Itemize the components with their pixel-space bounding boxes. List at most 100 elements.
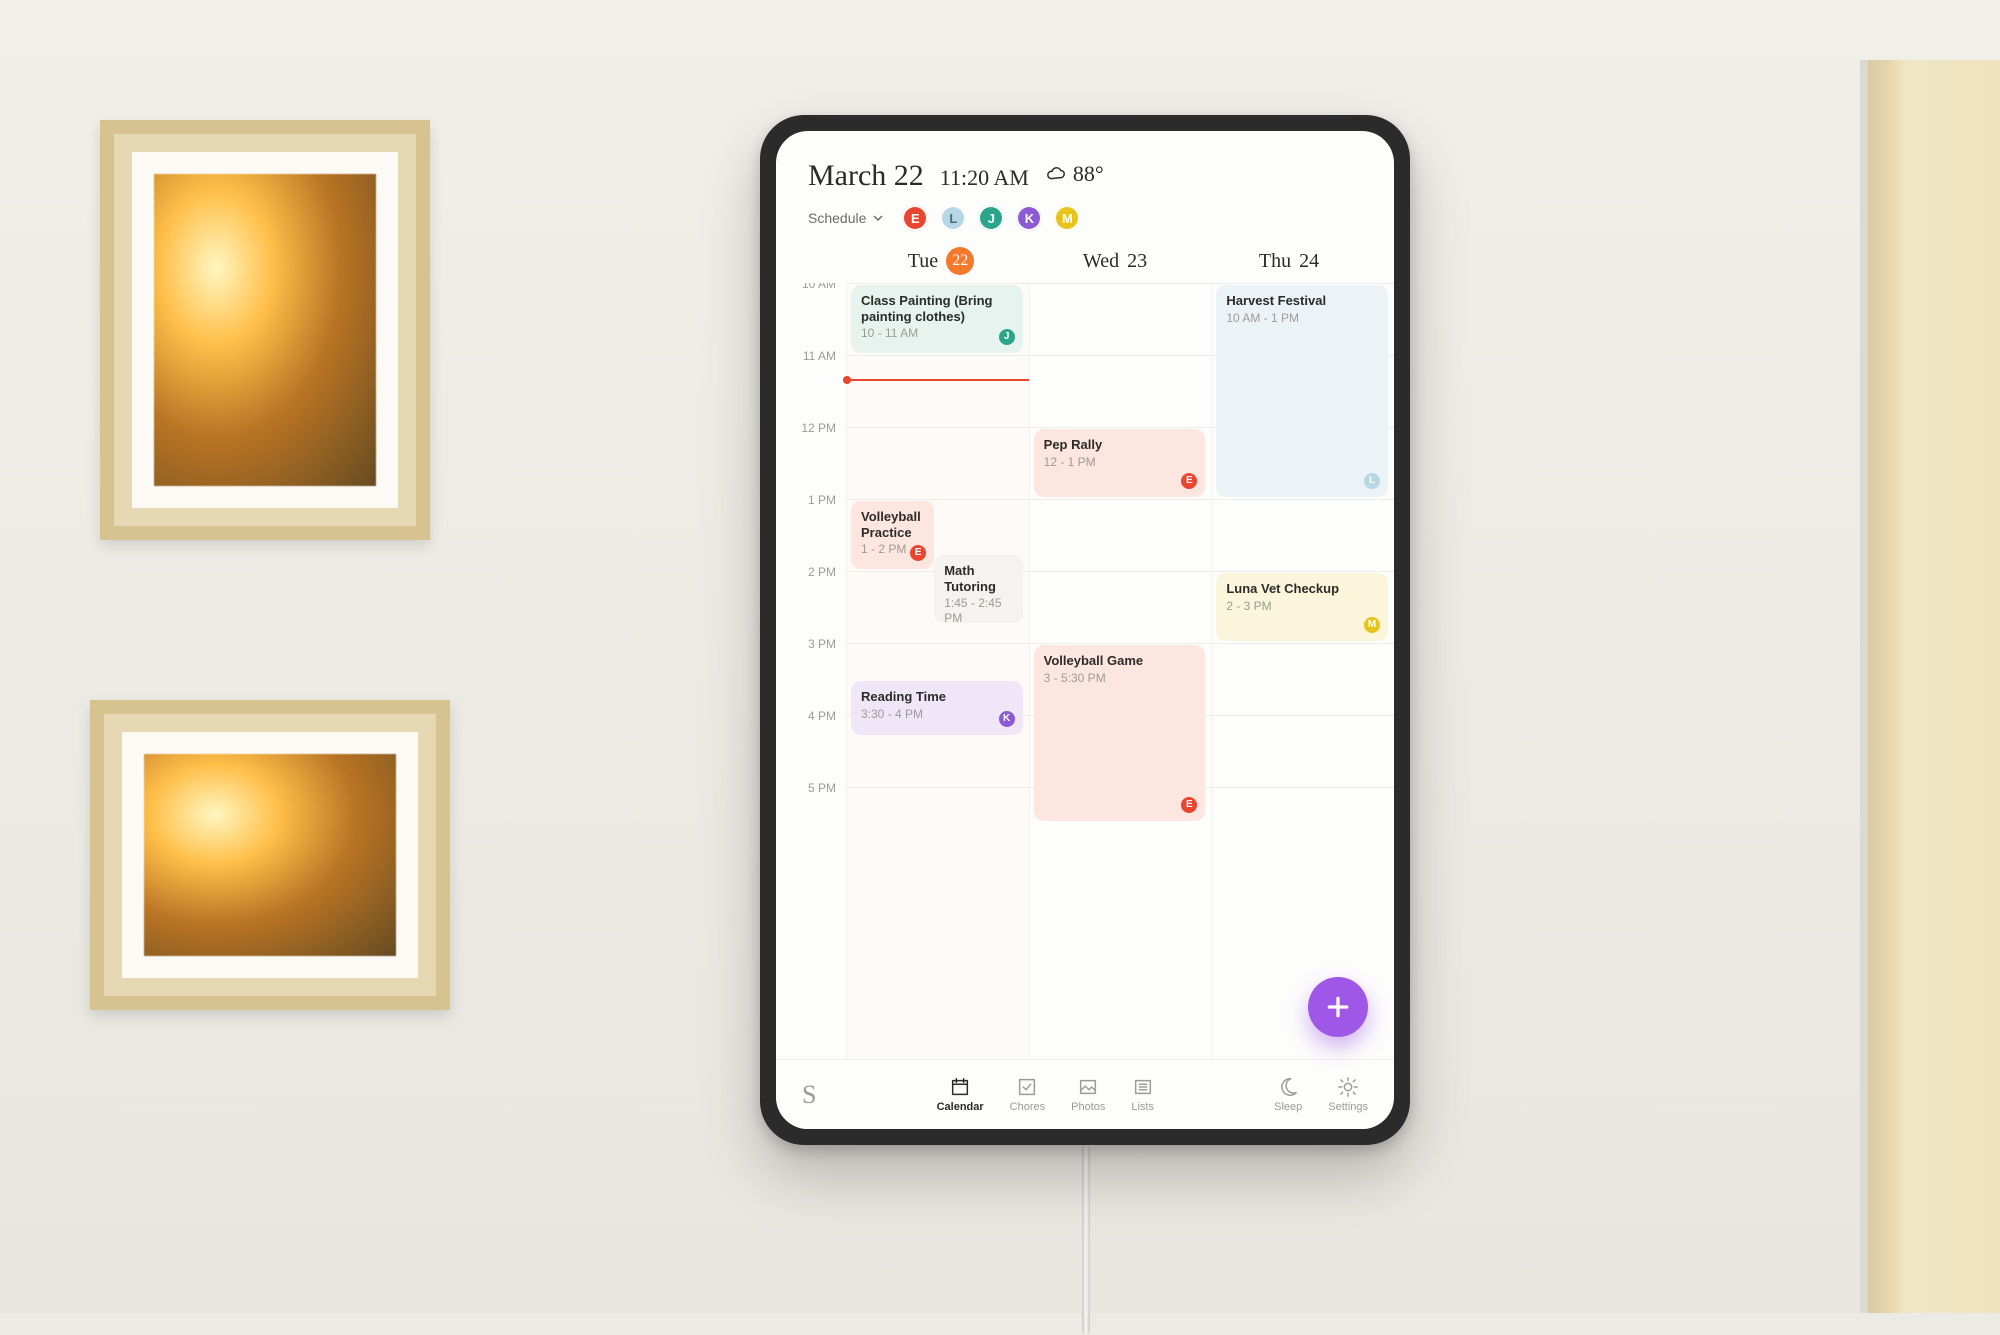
event-time: 1:45 - 2:45 PM: [944, 596, 1012, 623]
status-date: March 22: [808, 159, 924, 193]
hour-gridline: [847, 283, 1029, 284]
event-time: 10 - 11 AM: [861, 326, 1013, 340]
event-card[interactable]: Volleyball Game 3 - 5:30 PM E: [1034, 645, 1206, 821]
view-picker[interactable]: Schedule: [808, 210, 884, 226]
hour-gridline: [1030, 427, 1212, 428]
day-header-today-badge: 22: [946, 247, 974, 275]
event-member-dot: L: [1364, 473, 1380, 489]
hour-gridline: [847, 787, 1029, 788]
day-column-wed[interactable]: Pep Rally 12 - 1 PM E Volleyball Game 3 - 5:…: [1029, 283, 1212, 1059]
hour-gridline: [1030, 355, 1212, 356]
hour-gridline: [1212, 283, 1394, 284]
event-member-dot: E: [1181, 473, 1197, 489]
event-card[interactable]: Math Tutoring1:45 - 2:45 PM: [934, 555, 1022, 623]
nav-calendar[interactable]: Calendar: [937, 1076, 984, 1113]
hour-gridline: [1212, 787, 1394, 788]
event-member-dot: E: [910, 545, 926, 561]
day-header-dow: Wed: [1083, 250, 1119, 273]
device-power-cord: [1082, 1145, 1090, 1335]
member-avatar-m[interactable]: M: [1054, 205, 1080, 231]
moon-icon: [1277, 1076, 1299, 1098]
hour-gridline: [847, 355, 1029, 356]
event-title: Pep Rally: [1044, 437, 1196, 453]
hour-gridline: [847, 427, 1029, 428]
event-card[interactable]: Reading Time3:30 - 4 PMK: [851, 681, 1023, 735]
day-header-row: Tue 22 Wed23 Thu 24: [776, 237, 1394, 283]
hour-label: 12 PM: [776, 421, 836, 435]
cloud-icon: [1045, 163, 1067, 185]
hour-label: 11 AM: [776, 349, 836, 363]
event-time: 3 - 5:30 PM: [1044, 671, 1196, 685]
nav-lists[interactable]: Lists: [1131, 1076, 1154, 1113]
event-card[interactable]: Pep Rally 12 - 1 PM E: [1034, 429, 1206, 497]
nav-label: Lists: [1131, 1101, 1154, 1113]
member-avatar-e[interactable]: E: [902, 205, 928, 231]
plus-icon: [1323, 992, 1353, 1022]
nav-settings[interactable]: Settings: [1328, 1076, 1368, 1113]
calendar-body[interactable]: 10 AM11 AM12 PM1 PM2 PM3 PM4 PM5 PM Clas…: [776, 283, 1394, 1059]
smart-display-device: March 22 11:20 AM 88° Schedule ELJKM Tue…: [760, 115, 1410, 1145]
gear-icon: [1337, 1076, 1359, 1098]
nav-label: Settings: [1328, 1101, 1368, 1113]
hour-gridline: [1212, 643, 1394, 644]
nav-label: Calendar: [937, 1101, 984, 1113]
event-member-dot: E: [1181, 797, 1197, 813]
day-header-num: 24: [1299, 250, 1319, 273]
day-column-thu[interactable]: Harvest Festival 10 AM - 1 PM L Luna Vet Ch…: [1211, 283, 1394, 1059]
nav-label: Photos: [1071, 1101, 1105, 1113]
nav-photos[interactable]: Photos: [1071, 1076, 1105, 1113]
hour-gridline: [1212, 571, 1394, 572]
event-title: Luna Vet Checkup: [1226, 581, 1378, 597]
current-time-indicator: [847, 379, 1029, 381]
day-header-tue[interactable]: Tue 22: [854, 247, 1028, 275]
event-card[interactable]: Luna Vet Checkup 2 - 3 PM M: [1216, 573, 1388, 641]
shelf-decor: [1860, 60, 2000, 1313]
event-card[interactable]: Harvest Festival 10 AM - 1 PM L: [1216, 285, 1388, 497]
member-filter-avatars: ELJKM: [902, 205, 1080, 231]
status-time: 11:20 AM: [940, 165, 1029, 191]
day-header-dow: Thu: [1259, 250, 1291, 273]
hour-gridline: [1212, 715, 1394, 716]
event-time: 10 AM - 1 PM: [1226, 311, 1378, 325]
member-avatar-l[interactable]: L: [940, 205, 966, 231]
member-avatar-j[interactable]: J: [978, 205, 1004, 231]
event-card[interactable]: Volleyball Practice1 - 2 PME: [851, 501, 934, 569]
image-icon: [1077, 1076, 1099, 1098]
event-title: Harvest Festival: [1226, 293, 1378, 309]
hour-label: 3 PM: [776, 637, 836, 651]
event-title: Volleyball Practice: [861, 509, 924, 540]
check-icon: [1016, 1076, 1038, 1098]
hour-label: 1 PM: [776, 493, 836, 507]
hour-label: 2 PM: [776, 565, 836, 579]
hour-gridline: [1212, 499, 1394, 500]
calendar-icon: [949, 1076, 971, 1098]
photo-frame-top: [100, 120, 430, 540]
event-member-dot: M: [1364, 617, 1380, 633]
nav-chores[interactable]: Chores: [1010, 1076, 1045, 1113]
event-title: Volleyball Game: [1044, 653, 1196, 669]
day-header-dow: Tue: [908, 250, 938, 273]
status-temp: 88°: [1073, 161, 1104, 187]
event-card[interactable]: Class Painting (Bring painting clothes)1…: [851, 285, 1023, 353]
day-column-tue[interactable]: Class Painting (Bring painting clothes)1…: [846, 283, 1029, 1059]
add-event-button[interactable]: [1308, 977, 1368, 1037]
event-time: 2 - 3 PM: [1226, 599, 1378, 613]
view-picker-label: Schedule: [808, 210, 866, 226]
member-avatar-k[interactable]: K: [1016, 205, 1042, 231]
hour-gridline: [1030, 283, 1212, 284]
day-header-wed[interactable]: Wed23: [1028, 247, 1202, 275]
nav-sleep[interactable]: Sleep: [1274, 1076, 1302, 1113]
hour-label: 4 PM: [776, 709, 836, 723]
event-member-dot: J: [999, 329, 1015, 345]
hour-gridline: [1030, 499, 1212, 500]
chevron-down-icon: [872, 212, 884, 224]
day-header-thu[interactable]: Thu 24: [1202, 247, 1376, 275]
bottom-nav: S CalendarChoresPhotosLists SleepSetting…: [776, 1059, 1394, 1129]
hour-gridline: [847, 643, 1029, 644]
photo-frame-bottom: [90, 700, 450, 1010]
nav-label: Chores: [1010, 1101, 1045, 1113]
event-time: 12 - 1 PM: [1044, 455, 1196, 469]
filter-row: Schedule ELJKM: [776, 193, 1394, 237]
hour-gridline: [1030, 571, 1212, 572]
list-icon: [1132, 1076, 1154, 1098]
